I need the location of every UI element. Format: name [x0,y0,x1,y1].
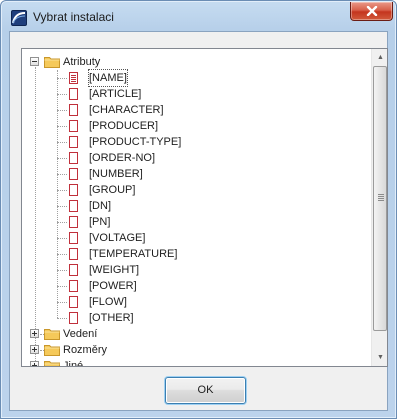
attribute-item-icon [69,232,78,244]
tree-leaf-label: [CHARACTER] [89,104,164,116]
tree-leaf-label: [VOLTAGE] [89,232,146,244]
tree-node-collapsed[interactable]: Jiné [22,358,362,367]
scroll-grip-icon [378,194,384,201]
tree-leaf-item[interactable]: [WEIGHT] [22,262,362,278]
tree-leaf-label: [FLOW] [89,296,127,308]
tree-node-collapsed[interactable]: Rozměry [22,342,362,358]
tree-leaf-item[interactable]: [ORDER-NO] [22,150,362,166]
tree-leaf-label: [PRODUCER] [89,120,159,132]
attribute-item-icon [69,184,78,196]
tree-leaf-label: [NUMBER] [89,168,143,180]
attribute-item-icon [69,152,78,164]
tree-leaf-item[interactable]: [CHARACTER] [22,102,362,118]
attribute-item-icon [69,136,78,148]
folder-icon [44,344,60,356]
tree-leaf-item[interactable]: [NUMBER] [22,166,362,182]
tree-leaf-item[interactable]: [OTHER] [22,310,362,326]
tree-leaf-label: [GROUP] [89,184,136,196]
tree-node-label: Vedení [63,328,98,340]
tree-leaf-label: [DN] [89,200,111,212]
folder-icon [44,56,60,68]
vertical-scrollbar[interactable]: ▲ ▼ [371,49,387,366]
tree-node-collapsed[interactable]: Vedení [22,326,362,342]
folder-icon [44,360,60,366]
tree-leaf-item[interactable]: [NAME] [22,69,362,87]
app-window-icon [11,10,27,26]
ok-button-label: OK [197,384,214,396]
expand-toggle-icon[interactable] [30,361,39,366]
tree-leaf-label: [PN] [89,216,111,228]
tree-leaf-label: [OTHER] [89,312,134,324]
tree-leaf-label: [NAME] [88,69,128,87]
close-button[interactable] [350,2,393,21]
scroll-down-arrow-icon[interactable]: ▼ [372,349,387,366]
attribute-item-icon [69,296,78,308]
tree-leaf-label: [TEMPERATURE] [89,248,178,260]
expand-toggle-icon[interactable] [30,345,39,354]
scroll-up-arrow-icon[interactable]: ▲ [372,49,387,66]
attribute-item-icon [69,280,78,292]
attribute-item-icon [69,312,78,324]
tree-leaf-item[interactable]: [GROUP] [22,182,362,198]
tree-leaf-label: [WEIGHT] [89,264,140,276]
tree-leaf-item[interactable]: [ARTICLE] [22,86,362,102]
tree-leaf-item[interactable]: [VOLTAGE] [22,230,362,246]
tree-leaf-item[interactable]: [FLOW] [22,294,362,310]
attribute-item-icon [69,200,78,212]
tree-leaf-item[interactable]: [DN] [22,198,362,214]
tree-leaf-label: [ORDER-NO] [89,152,155,164]
tree-leaf-item[interactable]: [PRODUCER] [22,118,362,134]
attribute-item-icon [69,72,78,84]
attribute-item-icon [69,88,78,100]
tree-node-label: Atributy [63,56,101,68]
tree-node-label: Rozměry [63,344,108,356]
scroll-thumb[interactable] [373,66,387,331]
tree-node-atributy[interactable]: Atributy [22,54,362,70]
installation-tree[interactable]: Atributy [NAME] [ARTICLE] [CHARACTER] [PRODU… [21,48,388,367]
tree-leaf-item[interactable]: [TEMPERATURE] [22,246,362,262]
attribute-item-icon [69,168,78,180]
tree-leaf-item[interactable]: [POWER] [22,278,362,294]
tree-node-label: Jiné [63,360,84,367]
tree-leaf-label: [ARTICLE] [89,88,142,100]
attribute-item-icon [69,248,78,260]
tree-leaf-label: [POWER] [89,280,137,292]
tree-leaf-item[interactable]: [PN] [22,214,362,230]
connector-line [40,366,44,367]
ok-button[interactable]: OK [165,377,246,404]
tree-leaf-label: [PRODUCT-TYPE] [89,136,182,148]
attribute-item-icon [69,264,78,276]
attribute-item-icon [69,104,78,116]
collapse-toggle-icon[interactable] [30,57,39,66]
close-x-icon [366,6,378,16]
expand-toggle-icon[interactable] [30,329,39,338]
attribute-item-icon [69,120,78,132]
window-title: Vybrat instalaci [33,10,114,24]
title-bar[interactable]: Vybrat instalaci [1,1,396,31]
attribute-item-icon [69,216,78,228]
folder-icon [44,328,60,340]
tree-leaf-item[interactable]: [PRODUCT-TYPE] [22,134,362,150]
